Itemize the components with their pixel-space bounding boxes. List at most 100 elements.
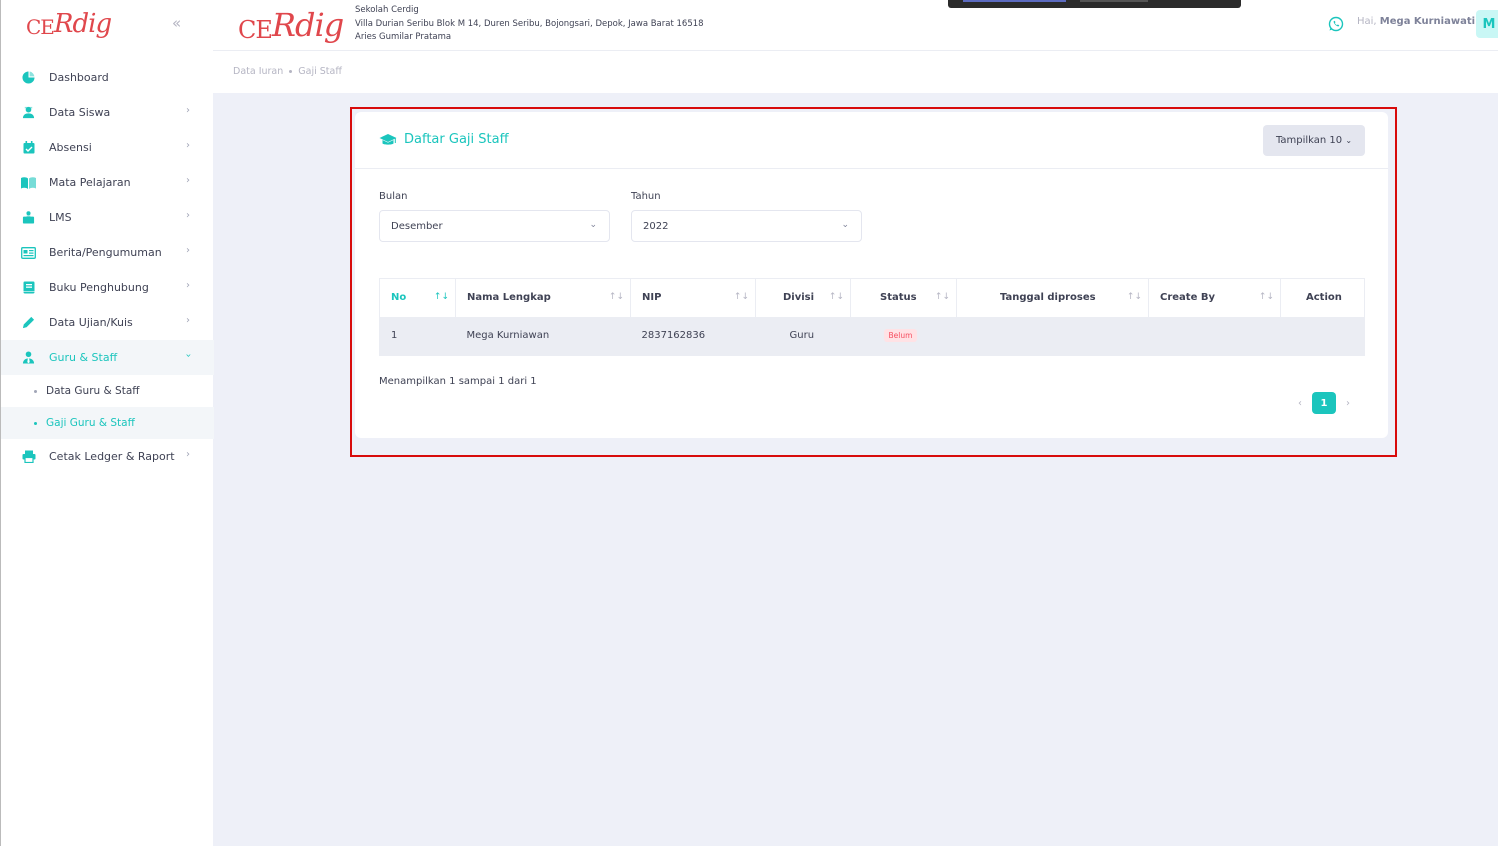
dashboard-icon: [21, 70, 36, 85]
column-label: Create By: [1160, 292, 1215, 304]
sidebar-item-buku-penghubung[interactable]: Buku Penghubung ›: [1, 270, 214, 305]
column-label: Status: [880, 292, 917, 304]
column-nama-lengkap[interactable]: Nama Lengkap ↑↓: [455, 278, 631, 317]
next-page-button[interactable]: ›: [1336, 392, 1360, 414]
sidebar-item-berita[interactable]: Berita/Pengumuman ›: [1, 235, 214, 270]
page-size-label: Tampilkan 10: [1275, 135, 1343, 146]
column-label: NIP: [642, 292, 662, 304]
table-header-row: No ↑↓ Nama Lengkap ↑↓ NIP ↑↓ Divisi ↑↓ Statu…: [379, 278, 1365, 317]
salary-table: No ↑↓ Nama Lengkap ↑↓ NIP ↑↓ Divisi ↑↓ Statu…: [379, 278, 1365, 356]
column-label: Action: [1306, 292, 1342, 304]
sidebar-subitem-label: Data Guru & Staff: [46, 385, 140, 397]
newspaper-icon: [21, 245, 36, 260]
cell-tanggal: [956, 316, 1149, 356]
column-divisi[interactable]: Divisi ↑↓: [755, 278, 851, 317]
column-no[interactable]: No ↑↓: [379, 278, 456, 317]
column-label: Nama Lengkap: [467, 292, 551, 304]
pencil-icon: [21, 315, 36, 330]
sidebar-item-label: Mata Pelajaran: [49, 176, 131, 189]
column-label: Divisi: [783, 292, 815, 304]
sidebar-item-absensi[interactable]: Absensi ›: [1, 130, 214, 165]
user-tie-icon: [21, 350, 36, 365]
school-name: Sekolah Cerdig: [355, 5, 419, 15]
sidebar-item-dashboard[interactable]: Dashboard: [1, 60, 214, 95]
column-label: Tanggal diproses: [1000, 292, 1096, 304]
card-title: Daftar Gaji Staff: [379, 132, 509, 147]
user-greeting[interactable]: Hai, Mega Kurniawati: [1357, 16, 1475, 27]
sidebar-item-cetak-ledger[interactable]: Cetak Ledger & Raport ›: [1, 439, 214, 474]
sort-icon: ↑↓: [828, 292, 844, 302]
column-tanggal-diproses[interactable]: Tanggal diproses ↑↓: [956, 278, 1149, 317]
year-label: Tahun: [631, 191, 661, 202]
column-create-by[interactable]: Create By ↑↓: [1148, 278, 1281, 317]
bullet-icon: [34, 389, 37, 393]
sidebar-subitem-gaji-guru-staff[interactable]: Gaji Guru & Staff: [1, 407, 214, 439]
cell-status: Belum: [850, 316, 957, 356]
sidebar-item-label: Data Ujian/Kuis: [49, 316, 133, 329]
sidebar-item-data-siswa[interactable]: Data Siswa ›: [1, 95, 214, 130]
header-logo[interactable]: CE Rdig: [238, 6, 344, 44]
chevron-right-icon: ›: [186, 210, 190, 221]
sidebar-item-mata-pelajaran[interactable]: Mata Pelajaran ›: [1, 165, 214, 200]
year-select[interactable]: 2022 ⌄: [631, 210, 862, 242]
collapse-sidebar-icon[interactable]: «: [172, 14, 181, 32]
notebook-icon: [21, 280, 36, 295]
subheader: Data Iuran Gaji Staff: [213, 51, 1498, 93]
month-label: Bulan: [379, 191, 408, 202]
sidebar-item-data-ujian[interactable]: Data Ujian/Kuis ›: [1, 305, 214, 340]
sidebar-logo[interactable]: CE Rdig: [26, 9, 112, 39]
classroom-icon: [21, 210, 36, 225]
whatsapp-icon[interactable]: [1328, 16, 1344, 32]
sidebar-item-lms[interactable]: LMS ›: [1, 200, 214, 235]
cell-action: [1280, 316, 1365, 356]
school-address: Villa Durian Seribu Blok M 14, Duren Ser…: [355, 18, 704, 29]
prev-page-button[interactable]: ‹: [1288, 392, 1312, 414]
sidebar-item-label: Dashboard: [49, 71, 109, 84]
sidebar-item-label: Buku Penghubung: [49, 281, 149, 294]
sidebar-item-label: Berita/Pengumuman: [49, 246, 162, 259]
sort-icon: ↑↓: [934, 292, 950, 302]
chevron-right-icon: ›: [186, 175, 190, 186]
month-value: Desember: [391, 220, 443, 232]
sort-icon: ↑↓: [608, 292, 624, 302]
column-nip[interactable]: NIP ↑↓: [630, 278, 756, 317]
sidebar-item-label: Absensi: [49, 141, 92, 154]
cell-create-by: [1148, 316, 1281, 356]
sidebar-item-guru-staff[interactable]: Guru & Staff ›: [1, 340, 214, 375]
school-info: Sekolah Cerdig Villa Durian Seribu Blok …: [355, 4, 704, 45]
greeting-text: Hai,: [1357, 16, 1377, 27]
year-value: 2022: [643, 220, 669, 232]
chevron-right-icon: ›: [186, 280, 190, 291]
student-icon: [21, 105, 36, 120]
chevron-down-icon: ⌄: [1345, 136, 1353, 145]
page-size-dropdown[interactable]: Tampilkan 10 ⌄: [1263, 125, 1365, 156]
breadcrumb-item-gaji-staff[interactable]: Gaji Staff: [298, 66, 342, 77]
column-status[interactable]: Status ↑↓: [850, 278, 957, 317]
sidebar-item-label: LMS: [49, 211, 72, 224]
page-button-1[interactable]: 1: [1312, 392, 1336, 414]
book-icon: [21, 175, 36, 190]
avatar[interactable]: M: [1476, 10, 1498, 38]
card-title-text: Daftar Gaji Staff: [404, 132, 509, 147]
sidebar-item-label: Cetak Ledger & Raport: [49, 450, 175, 463]
sidebar-subitem-data-guru-staff[interactable]: Data Guru & Staff: [1, 375, 214, 407]
sidebar-item-label: Guru & Staff: [49, 351, 118, 364]
sidebar-menu: Dashboard Data Siswa › Absensi › Mata Pe…: [1, 60, 214, 474]
chevron-right-icon: ›: [186, 105, 190, 116]
card-header: Daftar Gaji Staff Tampilkan 10 ⌄: [355, 112, 1388, 169]
cell-no: 1: [379, 316, 456, 356]
cell-name: Mega Kurniawan: [455, 316, 631, 356]
breadcrumb-separator: [289, 70, 293, 73]
printer-icon: [21, 449, 36, 464]
table-row[interactable]: 1 Mega Kurniawan 2837162836 Guru Belum: [379, 316, 1365, 356]
status-badge: Belum: [883, 329, 918, 343]
user-name: Mega Kurniawati: [1379, 16, 1476, 27]
sort-icon: ↑↓: [433, 292, 449, 302]
table-info: Menampilkan 1 sampai 1 dari 1: [379, 376, 537, 387]
bullet-icon: [34, 421, 37, 425]
chevron-down-icon: ›: [182, 353, 194, 358]
sidebar-subitem-label: Gaji Guru & Staff: [46, 417, 135, 429]
month-select[interactable]: Desember ⌄: [379, 210, 610, 242]
logo-wordmark: CE Rdig: [26, 9, 112, 39]
breadcrumb-item-data-iuran[interactable]: Data Iuran: [233, 66, 283, 77]
